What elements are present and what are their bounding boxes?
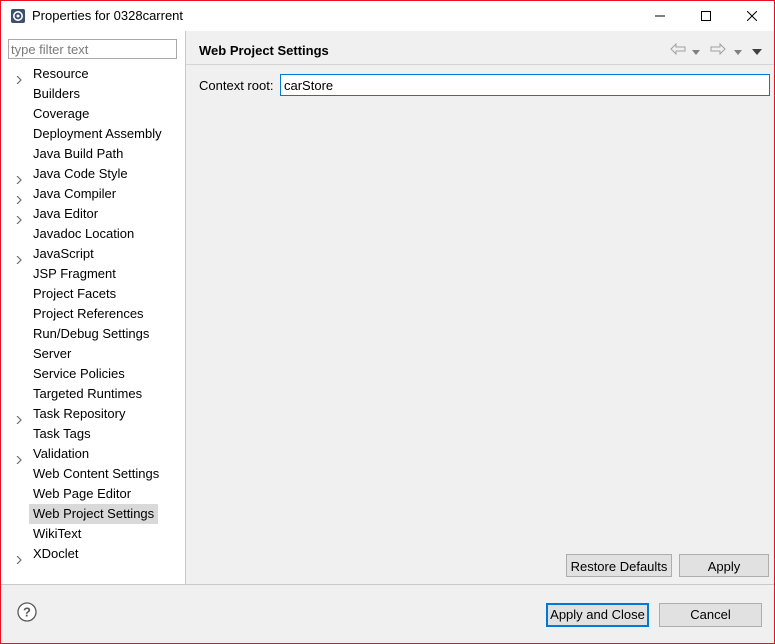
- tree-item-label: Web Project Settings: [29, 504, 159, 524]
- restore-defaults-button[interactable]: Restore Defaults: [566, 554, 672, 577]
- close-icon: [746, 9, 758, 24]
- tree-item-label: Project References: [33, 306, 144, 321]
- tree-item[interactable]: WikiText: [1, 524, 185, 544]
- tree-item-label: Run/Debug Settings: [33, 326, 150, 341]
- tree-item-label: WikiText: [33, 526, 82, 541]
- chevron-right-icon[interactable]: [15, 190, 23, 205]
- tree-item-label: Javadoc Location: [33, 226, 135, 241]
- category-pane: Resource Builders Coverage Deployment Assem…: [1, 31, 186, 584]
- tree-item[interactable]: Run/Debug Settings: [1, 324, 185, 344]
- tree-item-label: Java Code Style: [33, 166, 128, 181]
- tree-item-label: Web Content Settings: [33, 466, 160, 481]
- settings-pane: Web Project Settings Context root: carSt…: [186, 31, 774, 584]
- header-divider: [186, 64, 774, 65]
- category-tree: Resource Builders Coverage Deployment Assem…: [1, 64, 185, 565]
- tree-item[interactable]: Web Project Settings: [1, 504, 185, 524]
- tree-item[interactable]: XDoclet: [1, 544, 185, 565]
- tree-item[interactable]: Deployment Assembly: [1, 124, 185, 144]
- back-button[interactable]: [670, 41, 686, 59]
- tree-item-label: Resource: [33, 66, 89, 81]
- context-root-input[interactable]: [280, 74, 770, 96]
- tree-item[interactable]: Web Content Settings: [1, 464, 185, 484]
- tree-item-label: Targeted Runtimes: [33, 386, 143, 401]
- tree-item[interactable]: Project References: [1, 304, 185, 324]
- back-history-dropdown[interactable]: [692, 41, 700, 59]
- help-button[interactable]: ?: [17, 602, 37, 622]
- tree-item[interactable]: Server: [1, 344, 185, 364]
- svg-text:?: ?: [23, 605, 31, 620]
- eclipse-gear-icon: [10, 8, 26, 24]
- window-title: Properties for 0328carrent: [32, 8, 184, 23]
- tree-item[interactable]: Project Facets: [1, 284, 185, 304]
- chevron-down-icon: [734, 43, 742, 58]
- tree-item[interactable]: JavaScript: [1, 244, 185, 265]
- chevron-down-icon: [692, 43, 700, 58]
- forward-history-dropdown[interactable]: [734, 41, 742, 59]
- tree-item[interactable]: Java Editor: [1, 204, 185, 225]
- tree-item-label: Project Facets: [33, 286, 117, 301]
- tree-item[interactable]: Service Policies: [1, 364, 185, 384]
- tree-item-label: Coverage: [33, 106, 90, 121]
- properties-dialog: Properties for 0328carrent Resource Build…: [0, 0, 775, 644]
- tree-item-label: Java Build Path: [33, 146, 124, 161]
- page-title: Web Project Settings: [199, 43, 329, 58]
- chevron-right-icon[interactable]: [15, 170, 23, 185]
- tree-item[interactable]: JSP Fragment: [1, 264, 185, 284]
- view-menu-button[interactable]: [752, 41, 762, 59]
- maximize-icon: [701, 9, 711, 24]
- title-bar: Properties for 0328carrent: [1, 1, 774, 31]
- tree-item-label: XDoclet: [33, 546, 79, 561]
- tree-item-label: Service Policies: [33, 366, 125, 381]
- forward-arrow-icon: [710, 42, 726, 58]
- view-menu-icon: [752, 43, 762, 58]
- tree-item[interactable]: Validation: [1, 444, 185, 465]
- tree-item-label: Validation: [33, 446, 90, 461]
- tree-item-label: JSP Fragment: [33, 266, 116, 281]
- minimize-button[interactable]: [637, 1, 683, 31]
- tree-item-label: Server: [33, 346, 72, 361]
- tree-item[interactable]: Targeted Runtimes: [1, 384, 185, 404]
- tree-item[interactable]: Builders: [1, 84, 185, 104]
- chevron-right-icon[interactable]: [15, 70, 23, 85]
- tree-item[interactable]: Coverage: [1, 104, 185, 124]
- dialog-footer: ? Apply and Close Cancel: [1, 585, 774, 643]
- tree-item[interactable]: Resource: [1, 64, 185, 85]
- tree-item-label: Task Tags: [33, 426, 91, 441]
- tree-item-label: Web Page Editor: [33, 486, 132, 501]
- minimize-icon: [655, 9, 665, 24]
- chevron-right-icon[interactable]: [15, 550, 23, 565]
- apply-and-close-button[interactable]: Apply and Close: [546, 603, 649, 627]
- tree-item[interactable]: Java Build Path: [1, 144, 185, 164]
- tree-item-label: JavaScript: [33, 246, 94, 261]
- close-button[interactable]: [729, 1, 774, 31]
- page-header: Web Project Settings: [186, 31, 774, 69]
- maximize-button[interactable]: [683, 1, 729, 31]
- filter-input[interactable]: [8, 39, 177, 59]
- tree-item-label: Builders: [33, 86, 80, 101]
- cancel-button[interactable]: Cancel: [659, 603, 762, 627]
- tree-item[interactable]: Java Code Style: [1, 164, 185, 185]
- forward-button[interactable]: [710, 41, 726, 59]
- chevron-right-icon[interactable]: [15, 410, 23, 425]
- tree-item-label: Java Editor: [33, 206, 99, 221]
- tree-item[interactable]: Web Page Editor: [1, 484, 185, 504]
- tree-item-label: Task Repository: [33, 406, 126, 421]
- tree-item[interactable]: Task Tags: [1, 424, 185, 444]
- back-arrow-icon: [670, 42, 686, 58]
- tree-item[interactable]: Task Repository: [1, 404, 185, 425]
- tree-item-label: Java Compiler: [33, 186, 117, 201]
- chevron-right-icon[interactable]: [15, 250, 23, 265]
- tree-item[interactable]: Javadoc Location: [1, 224, 185, 244]
- context-root-label: Context root:: [199, 78, 274, 93]
- tree-item[interactable]: Java Compiler: [1, 184, 185, 205]
- help-icon: ?: [17, 602, 37, 625]
- chevron-right-icon[interactable]: [15, 210, 23, 225]
- apply-button[interactable]: Apply: [679, 554, 769, 577]
- chevron-right-icon[interactable]: [15, 450, 23, 465]
- tree-item-label: Deployment Assembly: [33, 126, 162, 141]
